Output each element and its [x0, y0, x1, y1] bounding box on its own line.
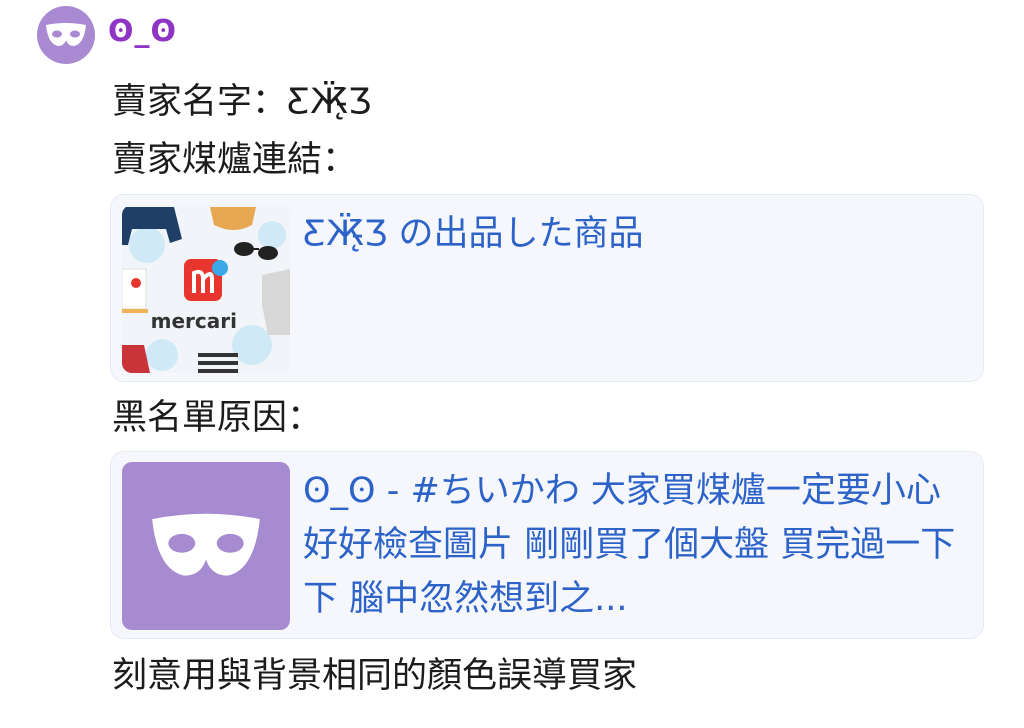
footer-note: 刻意用與背景相同的顏色誤導買家 [112, 656, 638, 696]
post-thumbnail [122, 462, 290, 630]
link-card-title[interactable]: ʘ_ʘ - #ちいかわ 大家買煤爐一定要小心 好好檢查圖片 剛剛買了個大盤 買完… [303, 464, 971, 626]
avatar[interactable] [37, 6, 95, 64]
link-preview-card-mercari[interactable]: mercari ƸӜ̵̨̄Ʒ の出品した商品 [110, 194, 984, 382]
mask-icon [152, 513, 260, 576]
mask-icon [46, 23, 86, 46]
link-preview-card-post[interactable]: ʘ_ʘ - #ちいかわ 大家買煤爐一定要小心 好好檢查圖片 剛剛買了個大盤 買完… [110, 451, 984, 639]
mercari-collage-image [122, 207, 290, 373]
blacklist-reason-label: 黑名單原因： [112, 398, 323, 438]
seller-link-label: 賣家煤爐連結： [112, 140, 358, 180]
seller-name-line: 賣家名字：ƸӜ̵̨̄Ʒ [112, 82, 372, 122]
username[interactable]: ʘ_ʘ [108, 12, 177, 52]
mercari-wordmark: mercari [150, 309, 237, 333]
mercari-thumbnail: mercari [122, 205, 290, 373]
link-card-title[interactable]: ƸӜ̵̨̄Ʒ の出品した商品 [303, 207, 971, 261]
